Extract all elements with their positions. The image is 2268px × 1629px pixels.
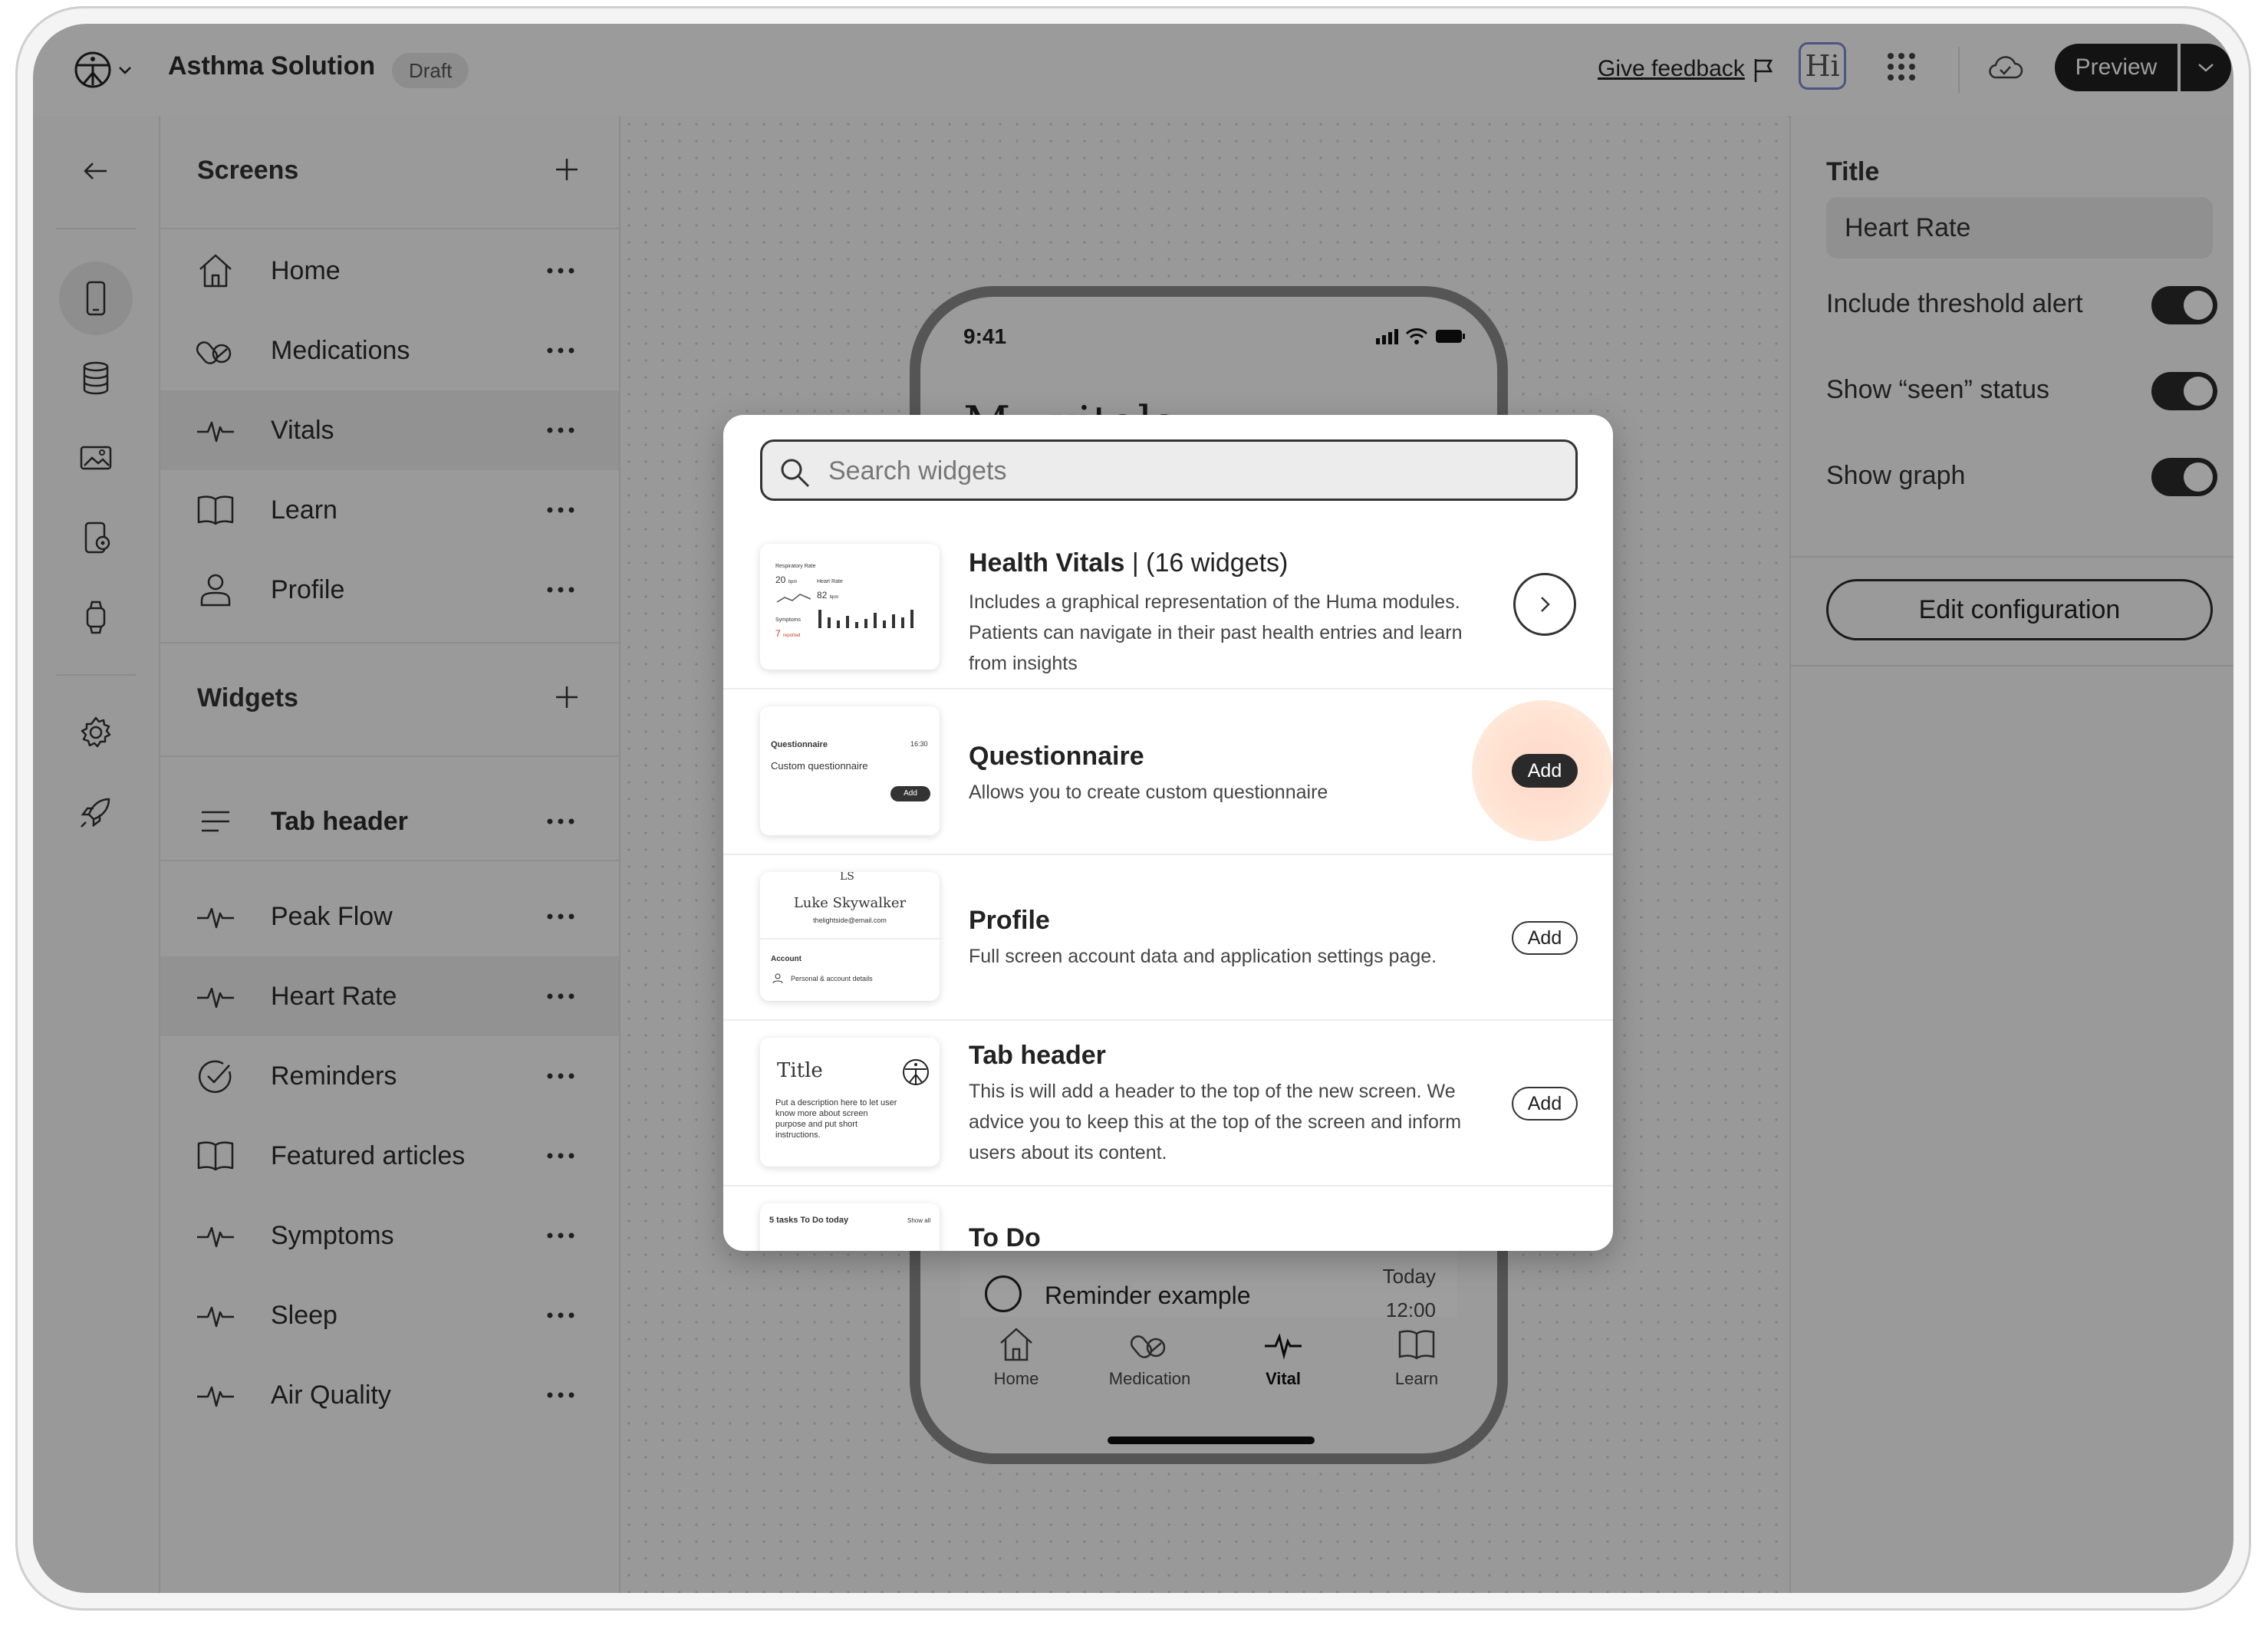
thumb-divider bbox=[760, 938, 940, 940]
widget-option-to-do[interactable]: 5 tasks To Do today Show all To Do bbox=[723, 1185, 1613, 1251]
thumb-label: Questionnaire bbox=[771, 740, 828, 749]
app-window: Asthma Solution Draft Give feedback Hi P… bbox=[33, 24, 2233, 1593]
thumb-label: Heart Rate bbox=[817, 579, 843, 584]
device-frame: Asthma Solution Draft Give feedback Hi P… bbox=[15, 6, 2251, 1611]
tab-header-thumbnail: Title Put a description here to let user… bbox=[760, 1038, 940, 1167]
thumb-initials: LS bbox=[840, 872, 854, 883]
add-questionnaire-button[interactable]: Add bbox=[1512, 754, 1578, 788]
open-category-button[interactable] bbox=[1513, 573, 1576, 636]
widget-name: Tab header bbox=[969, 1041, 1106, 1070]
search-widgets-field[interactable] bbox=[760, 439, 1578, 501]
thumb-label: Show all bbox=[907, 1217, 931, 1224]
search-widgets-input[interactable] bbox=[827, 442, 1520, 500]
thumb-name: Luke Skywalker bbox=[793, 895, 907, 911]
widget-name: Questionnaire bbox=[969, 742, 1144, 771]
chevron-right-icon bbox=[1541, 597, 1550, 612]
add-profile-button[interactable]: Add bbox=[1512, 921, 1578, 955]
widget-description: Full screen account data and application… bbox=[969, 946, 1437, 967]
widget-option-health-vitals[interactable]: Respiratory Rate 20 bpm Heart Rate 82 bp… bbox=[723, 522, 1613, 689]
widget-description: Includes a graphical representation of t… bbox=[969, 591, 1463, 674]
health-vitals-thumbnail: Respiratory Rate 20 bpm Heart Rate 82 bp… bbox=[760, 544, 940, 670]
thumb-value: 82 bpm bbox=[817, 590, 839, 601]
widget-name: Profile bbox=[969, 906, 1050, 935]
search-icon bbox=[781, 459, 810, 488]
thumb-label: Account bbox=[771, 955, 802, 963]
user-icon bbox=[772, 973, 783, 984]
thumb-label: Custom questionnaire bbox=[771, 760, 868, 772]
thumb-label: Symptoms bbox=[775, 617, 802, 623]
thumb-label: 16:30 bbox=[910, 740, 928, 748]
widget-option-questionnaire[interactable]: Questionnaire 16:30 Custom questionnaire… bbox=[723, 688, 1613, 855]
widget-name: Health Vitals | (16 widgets) bbox=[969, 548, 1289, 578]
profile-thumbnail: LS Luke Skywalker thelightside@email.com… bbox=[760, 872, 940, 1001]
huma-logo-icon bbox=[903, 1059, 929, 1085]
widget-name: To Do bbox=[969, 1223, 1041, 1251]
thumb-title: Title bbox=[777, 1059, 823, 1082]
thumb-label: Personal & account details bbox=[791, 975, 873, 982]
add-widget-modal: Respiratory Rate 20 bpm Heart Rate 82 bp… bbox=[723, 415, 1613, 1251]
widget-option-profile[interactable]: LS Luke Skywalker thelightside@email.com… bbox=[723, 854, 1613, 1021]
thumb-add-badge: Add bbox=[890, 786, 930, 801]
thumb-value: 7 reported bbox=[775, 628, 801, 639]
thumb-bar-chart bbox=[818, 610, 913, 628]
widget-description: This is will add a header to the top of … bbox=[969, 1081, 1462, 1163]
widget-count: | (16 widgets) bbox=[1131, 548, 1289, 578]
thumb-value: 20 bpm bbox=[775, 574, 798, 585]
thumb-label: Respiratory Rate bbox=[775, 564, 816, 569]
widget-option-tab-header[interactable]: Title Put a description here to let user… bbox=[723, 1019, 1613, 1186]
thumb-line-chart bbox=[776, 594, 811, 603]
thumb-description: Put a description here to let user know … bbox=[775, 1098, 897, 1140]
to-do-thumbnail: 5 tasks To Do today Show all bbox=[760, 1203, 940, 1251]
questionnaire-thumbnail: Questionnaire 16:30 Custom questionnaire… bbox=[760, 706, 940, 835]
thumb-email: thelightside@email.com bbox=[813, 917, 887, 924]
add-tab-header-button[interactable]: Add bbox=[1512, 1087, 1578, 1121]
widget-description: Allows you to create custom questionnair… bbox=[969, 782, 1328, 803]
thumb-label: 5 tasks To Do today bbox=[769, 1216, 849, 1225]
